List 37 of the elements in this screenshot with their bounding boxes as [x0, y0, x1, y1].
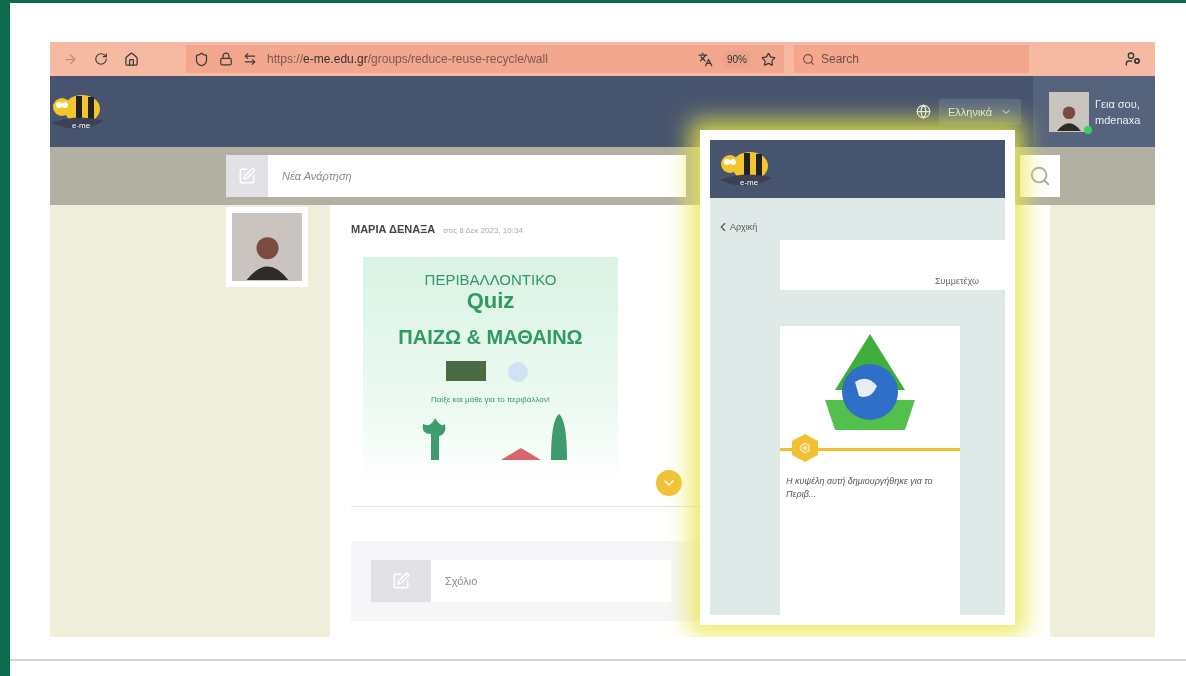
search-icon [802, 52, 815, 66]
shield-icon [194, 51, 209, 67]
hive-description: Η κυψέλη αυτή δημιουργήθηκε για το Περιβ... [786, 475, 934, 501]
logo-text: e-me [72, 120, 91, 130]
gear-icon [799, 442, 811, 454]
username-text: mdenaxa [1095, 112, 1141, 128]
bee-logo-drawing [720, 152, 772, 186]
poster-title: ΠΕΡΙΒΑΛΛΟΝΤΙΚΟ [424, 271, 557, 288]
poster-headline: ΠΑΙΖΩ & ΜΑΘΑΙΝΩ [398, 326, 583, 349]
arrow-right-icon [63, 51, 78, 67]
photo-placeholder [1049, 91, 1089, 132]
greeting-text: Γεια σου, [1095, 96, 1141, 112]
author-name: ΜΑΡΙΑ ΔΕΝΑΞΑ [351, 223, 436, 235]
post-time: στις 8 Δεκ 2023, 10:34 [443, 226, 523, 235]
zoom-level[interactable]: 90% [723, 50, 751, 68]
address-bar[interactable]: https://e-me.edu.gr/groups/reduce-reuse-recycle/wall 90% [186, 45, 784, 73]
poster-tagline: Παίξε και μάθε για το περιβάλλον! [430, 395, 551, 404]
translate-icon[interactable] [698, 51, 713, 67]
pencil-icon [392, 572, 410, 590]
lock-icon [219, 52, 233, 66]
bee-logo-drawing [52, 94, 104, 128]
account-icon[interactable] [1125, 51, 1141, 67]
pencil-icon [238, 167, 256, 185]
join-button[interactable]: Συμμετέχω [935, 276, 979, 286]
globe-icon [916, 104, 931, 119]
url-text: https://e-me.edu.gr/groups/reduce-reuse-recycle/wall [267, 52, 549, 66]
reload-icon [94, 52, 108, 66]
bookmark-star-icon[interactable] [761, 51, 776, 67]
photo-placeholder [232, 213, 302, 281]
poster-subtitle: Quiz [466, 288, 515, 314]
logo-text: e-me [740, 178, 759, 187]
comment-field[interactable]: Σχόλιο [371, 560, 671, 602]
new-post-field[interactable]: Νέα Ανάρτηση [226, 155, 686, 197]
home-icon [124, 51, 139, 67]
search-field[interactable]: Search [794, 45, 1029, 73]
back-link[interactable]: Αρχική [716, 220, 758, 234]
search-icon [1029, 165, 1051, 187]
